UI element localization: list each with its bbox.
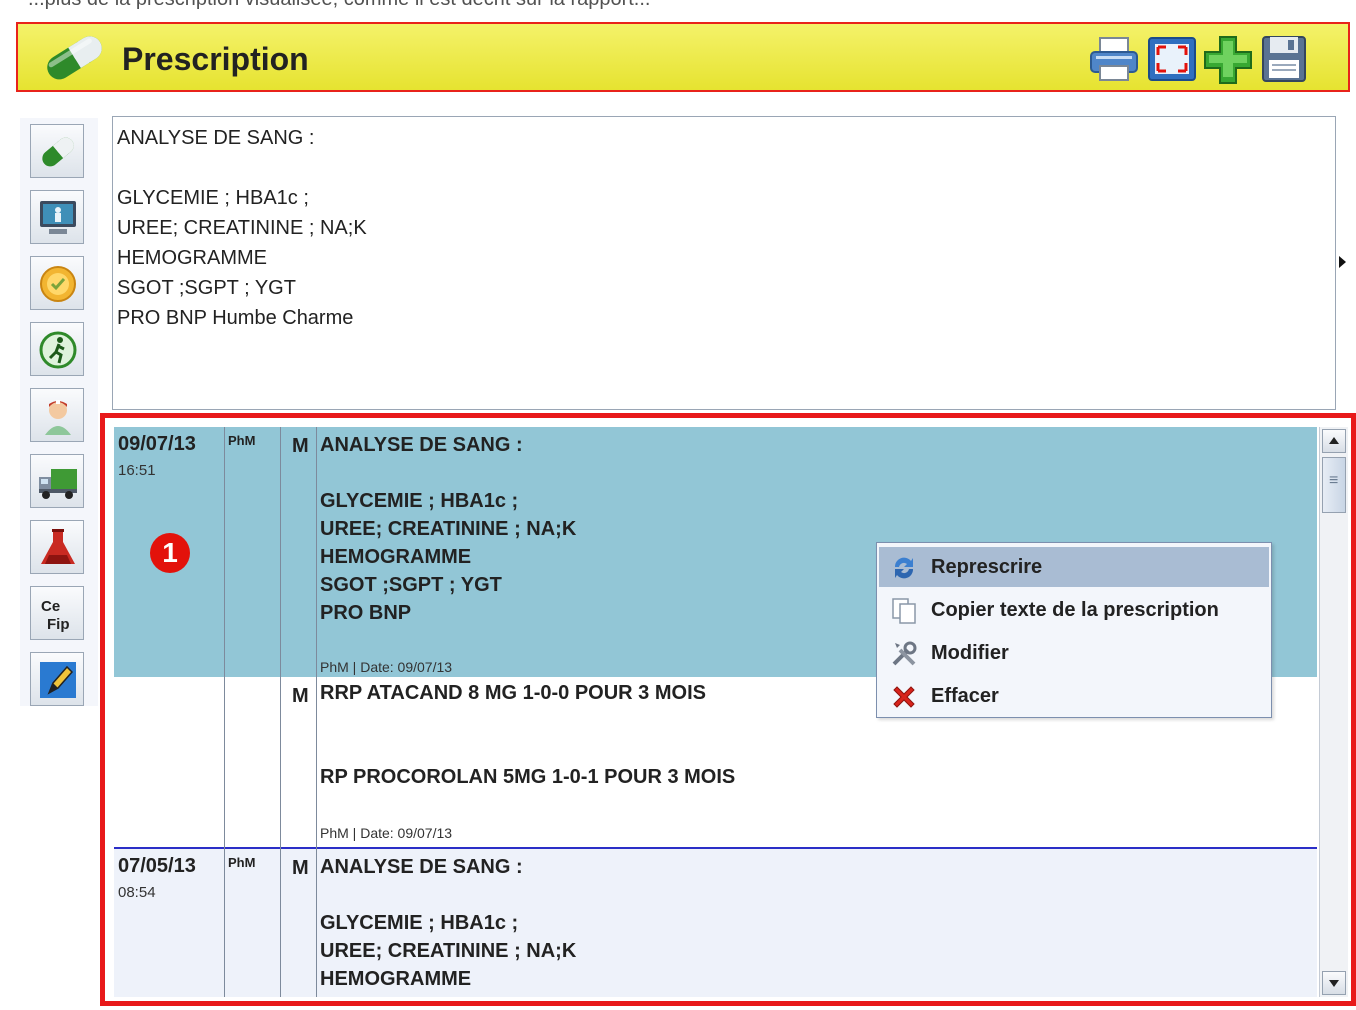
menu-item-effacer[interactable]: Effacer (879, 676, 1269, 716)
entry-text: RRP ATACAND 8 MG 1-0-0 POUR 3 MOIS RP PR… (320, 682, 736, 788)
editor-line: SGOT ;SGPT ; YGT (117, 277, 296, 299)
entry-date: 07/05/13 (118, 855, 196, 877)
expand-arrow-icon[interactable] (1339, 256, 1346, 268)
scroll-thumb[interactable] (1322, 457, 1346, 513)
cropped-caption: ...plus de la prescription visualisée, c… (28, 0, 650, 11)
prescription-editor[interactable]: ANALYSE DE SANG : GLYCEMIE ; HBA1c ; URE… (112, 116, 1336, 410)
print-icon[interactable] (1088, 34, 1140, 84)
menu-item-label: Effacer (931, 685, 999, 707)
menu-item-label: Represcrire (931, 556, 1043, 578)
editor-line: HEMOGRAMME (117, 247, 267, 269)
module-sidebar: Ce Fip (20, 118, 98, 706)
entry-date: 09/07/13 (118, 433, 196, 455)
svg-text:Ce: Ce (41, 598, 60, 615)
certificate-seal-icon (40, 266, 76, 302)
column-divider (280, 427, 281, 997)
save-icon[interactable] (1258, 34, 1310, 84)
entry-footer: PhM | Date: 09/07/13 (320, 659, 453, 675)
sidebar-item-monitor[interactable] (30, 190, 84, 244)
sidebar-item-certificate[interactable] (30, 256, 84, 310)
nurse-icon (45, 400, 71, 435)
delete-icon (893, 686, 915, 708)
add-icon[interactable] (1202, 34, 1254, 84)
column-divider (224, 427, 225, 997)
callout-badge-1: 1 (150, 533, 190, 573)
sidebar-item-prescription[interactable] (30, 124, 84, 178)
menu-item-copier[interactable]: Copier texte de la prescription (879, 590, 1269, 630)
entry-time: 08:54 (118, 884, 156, 901)
entry-text: ANALYSE DE SANG : GLYCEMIE ; HBA1c ; URE… (320, 856, 577, 990)
entry-time: 16:51 (118, 462, 156, 479)
pen-icon (40, 662, 76, 698)
scroll-down-button[interactable] (1322, 971, 1346, 995)
sidebar-item-nurse[interactable] (30, 388, 84, 442)
sidebar-item-lab[interactable] (30, 520, 84, 574)
sidebar-item-edit[interactable] (30, 652, 84, 706)
entry-footer: PhM | Date: 09/07/13 (320, 825, 453, 841)
represcribe-icon (894, 557, 914, 579)
menu-item-label: Copier texte de la prescription (931, 599, 1219, 621)
entry-type: M (292, 857, 309, 879)
entry-type: M (292, 435, 309, 457)
editor-line: PRO BNP Humbe Charme (117, 307, 354, 329)
pill-icon (42, 137, 74, 167)
menu-item-label: Modifier (931, 642, 1009, 664)
monitor-icon (40, 201, 76, 234)
context-menu: Represcrire Copier texte de la prescript… (876, 542, 1272, 718)
flask-icon (41, 529, 75, 564)
entry-author: PhM (228, 855, 256, 870)
pill-icon (47, 36, 102, 80)
editor-line: UREE; CREATININE ; NA;K (117, 217, 367, 239)
history-scrollbar[interactable] (1319, 427, 1348, 997)
history-entry[interactable]: 07/05/13 08:54 PhM M ANALYSE DE SANG : G… (114, 849, 1317, 997)
sidebar-item-activity[interactable] (30, 322, 84, 376)
menu-item-represcrire[interactable]: Represcrire (879, 547, 1269, 587)
running-person-icon (39, 331, 77, 369)
menu-item-modifier[interactable]: Modifier (879, 633, 1269, 673)
editor-line: ANALYSE DE SANG : (117, 127, 315, 149)
page-title: Prescription (122, 41, 309, 77)
tools-icon (892, 641, 917, 666)
editor-line: GLYCEMIE ; HBA1c ; (117, 187, 309, 209)
entry-text: ANALYSE DE SANG : GLYCEMIE ; HBA1c ; URE… (320, 434, 577, 624)
truck-icon (39, 469, 77, 499)
fullscreen-icon[interactable] (1146, 34, 1198, 84)
entry-type: M (292, 685, 309, 707)
copy-icon (892, 598, 916, 624)
sidebar-item-cefip[interactable]: Ce Fip (30, 586, 84, 640)
sidebar-item-transport[interactable] (30, 454, 84, 508)
entry-author: PhM (228, 433, 256, 448)
column-divider (316, 427, 317, 997)
svg-text:Fip: Fip (47, 616, 70, 633)
prescription-header: Prescription (16, 22, 1350, 92)
scroll-up-button[interactable] (1322, 429, 1346, 453)
cefip-icon: Ce Fip (41, 598, 70, 633)
